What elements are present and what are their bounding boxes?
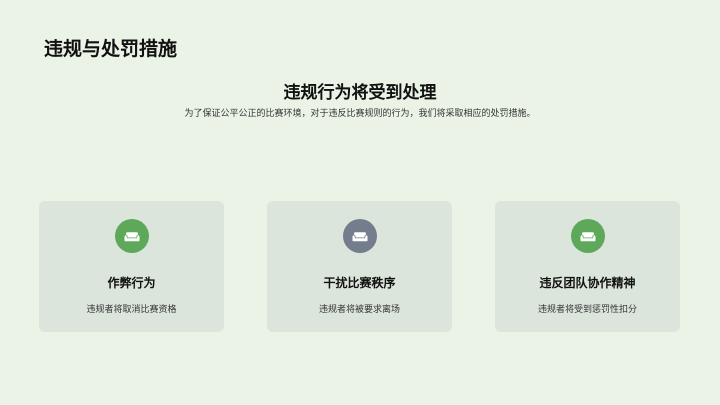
subtitle: 为了保证公平公正的比赛环境，对于违反比赛规则的行为，我们将采取相应的处罚措施。 bbox=[184, 109, 536, 119]
card-description: 违规者将受到惩罚性扣分 bbox=[537, 305, 637, 315]
card-title: 干扰比赛秩序 bbox=[323, 276, 396, 290]
slide-title: 违规与处罚措施 bbox=[44, 38, 178, 60]
sofa-icon bbox=[342, 219, 377, 253]
card-cheating: 作弊行为 违规者将取消比赛资格 bbox=[39, 201, 224, 332]
sofa-icon bbox=[114, 219, 149, 253]
headline: 违规行为将受到处理 bbox=[283, 83, 437, 103]
card-description: 违规者将取消比赛资格 bbox=[86, 305, 177, 315]
sofa-icon bbox=[570, 219, 605, 253]
card-title: 作弊行为 bbox=[107, 276, 156, 290]
card-teamwork: 违反团队协作精神 违规者将受到惩罚性扣分 bbox=[495, 201, 680, 332]
card-description: 违规者将被要求离场 bbox=[318, 305, 400, 315]
card-disruption: 干扰比赛秩序 违规者将被要求离场 bbox=[267, 201, 452, 332]
card-title: 违反团队协作精神 bbox=[539, 276, 636, 290]
